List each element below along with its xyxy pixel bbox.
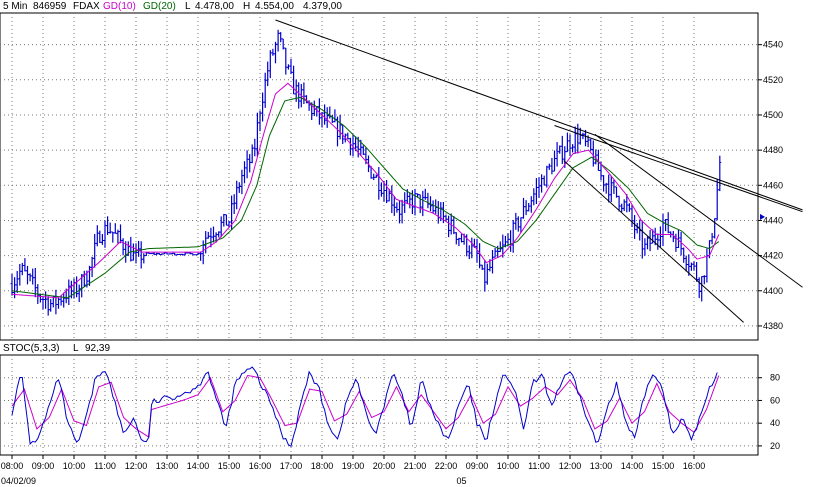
x-tick-label: 11:00	[528, 461, 550, 471]
x-tick-label: 12:00	[125, 461, 148, 471]
x-tick-label: 15:00	[652, 461, 675, 471]
x-tick-label: 20:00	[373, 461, 396, 471]
x-tick-label: 16:00	[249, 461, 272, 471]
x-tick-label: 12:00	[559, 461, 582, 471]
y-tick-label: 4520	[763, 75, 783, 85]
date-label: 04/02/09	[1, 476, 36, 486]
stoc-y-tick-label: 80	[770, 373, 780, 383]
trendline	[554, 125, 803, 213]
x-tick-label: 13:00	[590, 461, 613, 471]
stoc-y-tick-label: 40	[770, 418, 780, 428]
stoc-panel-frame	[0, 354, 759, 456]
gd10-line	[11, 82, 720, 299]
x-tick-label: 21:00	[404, 461, 427, 471]
stoc-y-tick-label: 60	[770, 395, 780, 405]
x-tick-label: 14:00	[621, 461, 644, 471]
x-tick-label: 09:00	[466, 461, 489, 471]
x-tick-label: 14:00	[187, 461, 210, 471]
x-tick-label: 10:00	[63, 461, 86, 471]
x-tick-label: 17:00	[280, 461, 303, 471]
y-tick-label: 4500	[763, 110, 783, 120]
stoc-k-line	[11, 366, 718, 447]
x-tick-label: 16:00	[683, 461, 706, 471]
y-tick-label: 4460	[763, 180, 783, 190]
price-bars	[10, 29, 722, 316]
y-tick-label: 4400	[763, 286, 783, 296]
y-tick-label: 4420	[763, 251, 783, 261]
y-tick-label: 4440	[763, 215, 783, 225]
x-tick-label: 19:00	[342, 461, 365, 471]
trendline	[594, 133, 803, 288]
fdax-chart: 08:00 09:00 10:00 11:00 12:00 13:00 14:00 15:00…	[0, 12, 803, 486]
x-tick-label: 08:00	[1, 461, 24, 471]
stoc-y-tick-label: 20	[770, 441, 780, 451]
y-tick-label: 4540	[763, 40, 783, 50]
gd20-line	[11, 96, 720, 299]
x-tick-label: 18:00	[311, 461, 334, 471]
date-label: 05	[456, 476, 466, 486]
x-tick-label: 22:00	[435, 461, 458, 471]
stoc-d-line	[11, 374, 720, 438]
x-tick-label: 10:00	[497, 461, 520, 471]
y-tick-label: 4380	[763, 321, 783, 331]
x-tick-label: 11:00	[94, 461, 116, 471]
x-tick-label: 09:00	[32, 461, 55, 471]
x-tick-label: 13:00	[156, 461, 179, 471]
x-tick-label: 15:00	[218, 461, 241, 471]
y-tick-label: 4480	[763, 145, 783, 155]
